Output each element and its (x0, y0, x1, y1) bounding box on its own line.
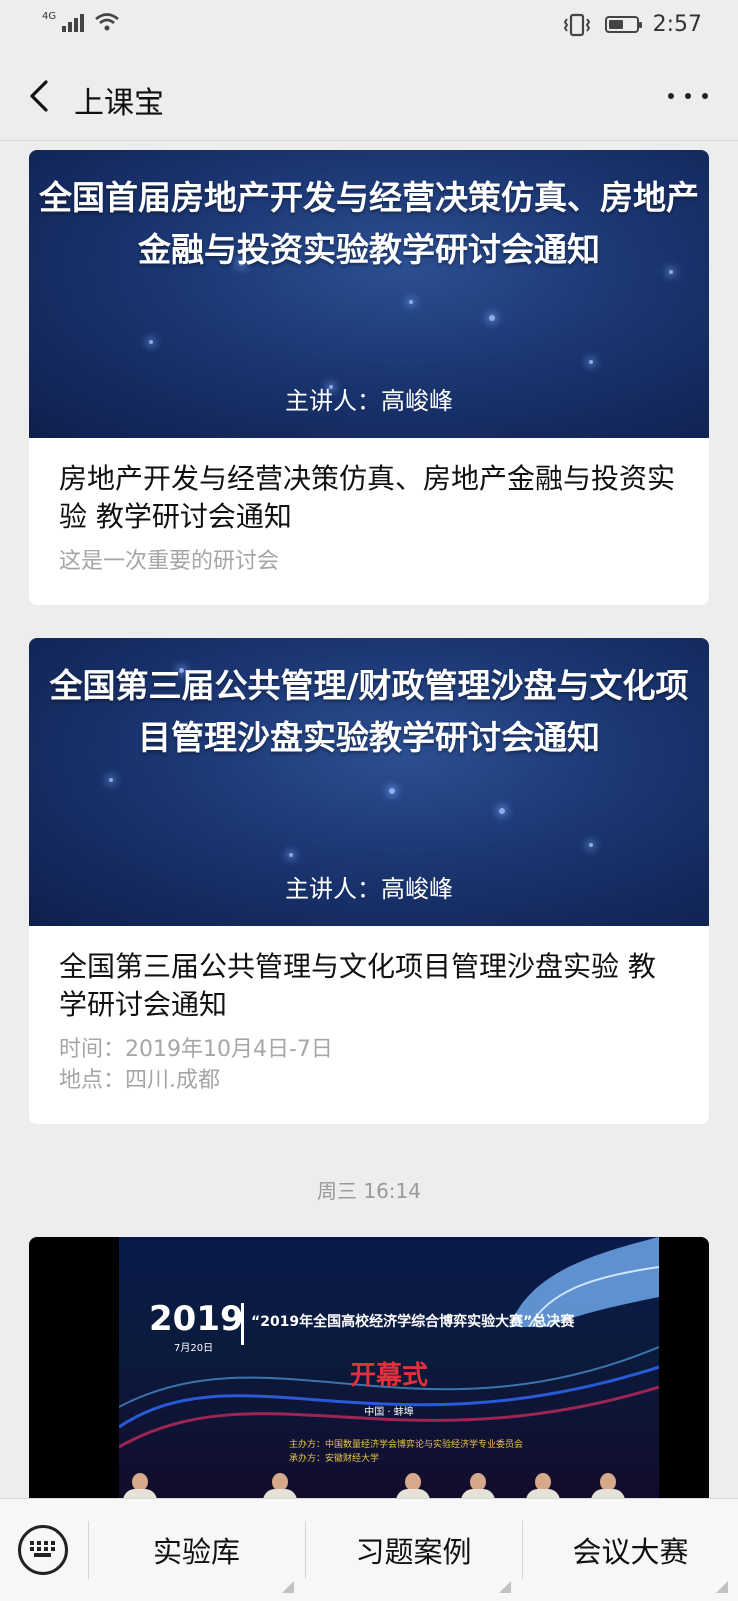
star-decoration (589, 360, 593, 364)
keyboard-toggle-button[interactable] (18, 1525, 68, 1575)
battery-icon (604, 16, 642, 33)
star-decoration (589, 843, 593, 847)
menu-item-exercise-cases[interactable]: 习题案例 (306, 1499, 521, 1601)
card-title: 房地产开发与经营决策仿真、房地产金融与投资实验 教学研讨会通知 (59, 462, 676, 533)
photo-year: 2019 (149, 1299, 244, 1339)
article-banner[interactable]: 全国首届房地产开发与经营决策仿真、房地产金融与投资实验教学研讨会通知 主讲人：高… (29, 150, 709, 438)
menu-item-label: 会议大赛 (572, 1535, 689, 1569)
card-description-line: 时间：2019年10月4日-7日 (59, 1037, 333, 1062)
status-right: 2:57 (563, 12, 702, 37)
submenu-indicator-icon (282, 1581, 294, 1593)
card-body: 全国第三届公共管理与文化项目管理沙盘实验 教学研讨会通知 时间：2019年10月… (29, 926, 709, 1124)
submenu-indicator-icon (499, 1581, 511, 1593)
article-banner[interactable]: 全国第三届公共管理/财政管理沙盘与文化项目管理沙盘实验教学研讨会通知 主讲人：高… (29, 638, 709, 926)
more-dot-icon (702, 93, 708, 99)
star-decoration (409, 300, 413, 304)
battery-level (608, 20, 623, 29)
card-body: 房地产开发与经营决策仿真、房地产金融与投资实验 教学研讨会通知 这是一次重要的研… (29, 438, 709, 605)
signal-icon (62, 14, 85, 32)
banner-speaker: 主讲人：高峻峰 (285, 875, 453, 903)
message-timestamp: 周三 16:14 (317, 1179, 421, 1203)
menu-item-experiment-library[interactable]: 实验库 (89, 1499, 304, 1601)
article-card-image[interactable]: 2019 7月20日 “2019年全国高校经济学综合博弈实验大赛”总决赛 开幕式… (29, 1237, 709, 1517)
bottom-menu: 实验库 习题案例 会议大赛 (0, 1498, 738, 1601)
status-bar: 4G 2:57 (0, 0, 738, 52)
card-description-line: 这是一次重要的研讨会 (59, 549, 280, 574)
banner-speaker: 主讲人：高峻峰 (285, 387, 453, 415)
status-left: 4G (42, 10, 120, 32)
menu-item-meetings-contests[interactable]: 会议大赛 (523, 1499, 738, 1601)
submenu-indicator-icon (716, 1581, 728, 1593)
more-dot-icon (685, 93, 691, 99)
back-button[interactable] (22, 76, 62, 116)
network-type: 4G (42, 10, 57, 22)
article-card[interactable]: 全国首届房地产开发与经营决策仿真、房地产金融与投资实验教学研讨会通知 主讲人：高… (29, 150, 709, 605)
star-decoration (109, 778, 113, 782)
star-decoration (489, 315, 495, 321)
photo-organizer: 主办方：中国数量经济学会博弈论与实验经济学专业委员会 (289, 1440, 524, 1450)
star-decoration (389, 788, 395, 794)
photo-opening-ceremony: 开幕式 (349, 1361, 428, 1391)
more-options-button[interactable] (668, 84, 708, 108)
card-title: 全国第三届公共管理与文化项目管理沙盘实验 教学研讨会通知 (59, 950, 656, 1021)
photo-host: 承办方：安徽财经大学 (289, 1454, 380, 1464)
wifi-icon (95, 13, 119, 31)
chevron-left-icon (30, 80, 48, 112)
clock: 2:57 (652, 12, 702, 37)
more-dot-icon (668, 93, 674, 99)
vibrate-icon (563, 13, 590, 36)
card-description: 时间：2019年10月4日-7日 地点：四川.成都 (59, 1034, 679, 1096)
card-description: 这是一次重要的研讨会 (59, 546, 679, 577)
photo-city: 中国 · 蚌埠 (364, 1407, 414, 1418)
article-card[interactable]: 全国第三届公共管理/财政管理沙盘与文化项目管理沙盘实验教学研讨会通知 主讲人：高… (29, 638, 709, 1124)
star-decoration (499, 808, 505, 814)
card-description-line: 地点：四川.成都 (59, 1068, 220, 1093)
keyboard-icon (30, 1541, 55, 1557)
page-title: 上课宝 (74, 86, 164, 121)
menu-item-label: 习题案例 (355, 1535, 472, 1569)
star-decoration (149, 340, 153, 344)
menu-item-label: 实验库 (152, 1535, 240, 1569)
photo-headline: “2019年全国高校经济学综合博弈实验大赛”总决赛 (251, 1314, 575, 1330)
photo-date: 7月20日 (174, 1343, 214, 1354)
banner-title: 全国首届房地产开发与经营决策仿真、房地产金融与投资实验教学研讨会通知 (39, 178, 699, 269)
nav-bar: 上课宝 (0, 52, 738, 141)
banner-title: 全国第三届公共管理/财政管理沙盘与文化项目管理沙盘实验教学研讨会通知 (49, 666, 689, 757)
star-decoration (289, 853, 293, 857)
photo-divider (241, 1303, 244, 1345)
event-photo: 2019 7月20日 “2019年全国高校经济学综合博弈实验大赛”总决赛 开幕式… (119, 1237, 659, 1517)
